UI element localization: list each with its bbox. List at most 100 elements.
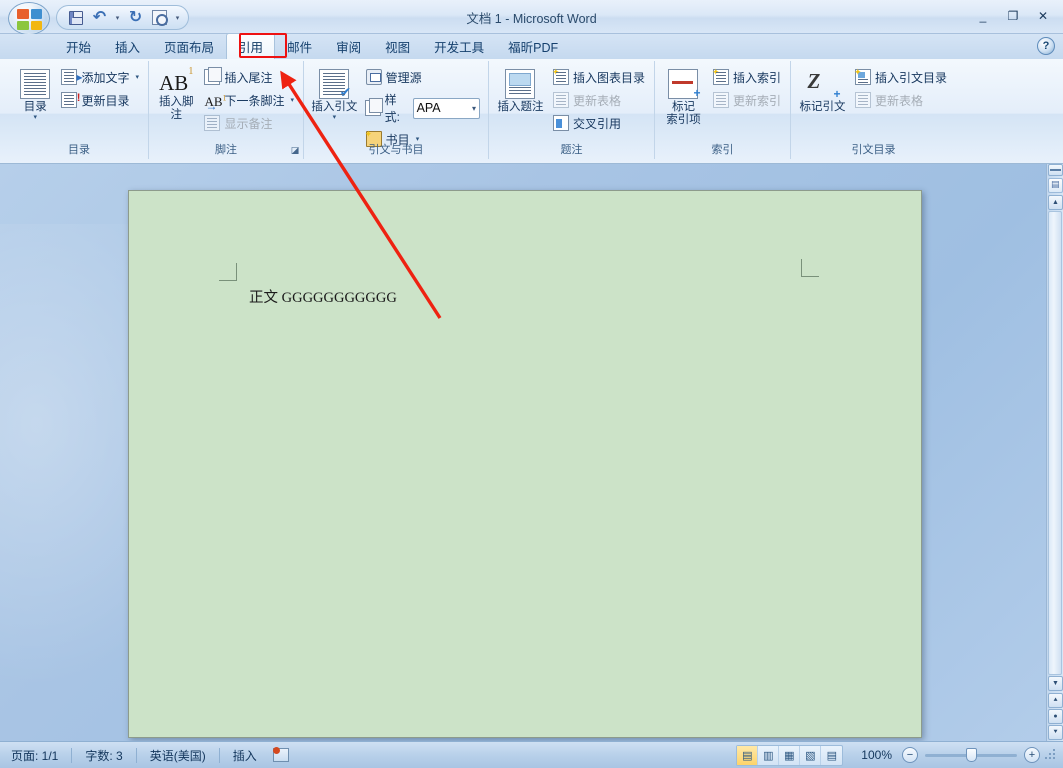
toc-small-commands: ▸ 添加文字 ▾ ! 更新目录	[56, 65, 144, 111]
ribbon-group-toc: 目录 ▾ ▸ 添加文字 ▾ ! 更新目录	[10, 61, 148, 159]
full-screen-reading-view[interactable]: ▥	[758, 746, 779, 765]
window-controls: _ ❐ ✕	[969, 6, 1057, 26]
next-footnote-button[interactable]: AB1→ 下一条脚注 ▾	[199, 89, 299, 111]
zoom-level-label[interactable]: 100%	[853, 748, 900, 762]
insert-table-of-figures-icon: ✦	[553, 69, 569, 85]
group-label-toc: 目录	[10, 141, 148, 157]
insert-index-button[interactable]: ✦ 插入索引	[708, 66, 786, 88]
zoom-slider[interactable]	[925, 747, 1017, 763]
status-word-count[interactable]: 字数: 3	[74, 746, 133, 765]
word-application-window: ↶ ▾ ↻ ▾ 文档 1 - Microsoft Word _ ❐ ✕ 开始插入…	[0, 0, 1063, 768]
update-toc-button[interactable]: ! 更新目录	[56, 89, 144, 111]
zoom-in-button[interactable]: +	[1024, 747, 1040, 763]
update-index-button[interactable]: 更新索引	[708, 89, 786, 111]
group-label-footnotes: 脚注	[149, 141, 303, 157]
style-label: 样式:	[385, 91, 409, 125]
zoom-slider-thumb[interactable]	[966, 748, 977, 762]
zoom-out-button[interactable]: −	[902, 747, 918, 763]
show-notes-button[interactable]: 显示备注	[199, 112, 299, 134]
table-of-contents-icon	[20, 69, 50, 99]
window-title: 文档 1 - Microsoft Word	[0, 8, 1063, 27]
ribbon-tab-1[interactable]: 插入	[103, 33, 152, 60]
ribbon-tab-8[interactable]: 福昕PDF	[496, 33, 570, 60]
insert-table-of-authorities-button[interactable]: ✦ 插入引文目录	[850, 66, 952, 88]
ribbon-tab-0[interactable]: 开始	[54, 33, 103, 60]
document-page[interactable]: 正文 GGGGGGGGGGG	[128, 190, 922, 738]
insert-table-of-figures-button[interactable]: ✦ 插入图表目录	[548, 66, 650, 88]
cross-reference-icon	[553, 115, 569, 131]
ribbon-tab-6[interactable]: 视图	[373, 33, 422, 60]
update-index-icon	[713, 92, 729, 108]
authorities-small-commands: ✦ 插入引文目录 更新表格	[850, 65, 952, 111]
status-page[interactable]: 页面: 1/1	[0, 746, 69, 765]
draft-view[interactable]: ▤	[821, 746, 842, 765]
scrollbar-track[interactable]	[1048, 211, 1062, 675]
previous-page-button[interactable]: ⯅	[1048, 693, 1063, 708]
vertical-scrollbar[interactable]: ▲ ▼ ⯅ ● ⯆	[1046, 164, 1063, 741]
update-table-icon	[553, 92, 569, 108]
add-text-button[interactable]: ▸ 添加文字 ▾	[56, 66, 144, 88]
insert-caption-icon	[505, 69, 535, 99]
group-label-citations: 引文与书目	[304, 141, 488, 157]
citation-style-select[interactable]: APA ▾	[413, 98, 480, 119]
mark-citation-button[interactable]: Z+ 标记引文	[795, 65, 850, 118]
resize-grip[interactable]	[1045, 749, 1057, 761]
status-insert-mode[interactable]: 插入	[222, 746, 268, 765]
proofing-errors-icon[interactable]	[268, 746, 294, 765]
outline-view[interactable]: ▧	[800, 746, 821, 765]
ribbon-tab-4[interactable]: 邮件	[275, 33, 324, 60]
status-bar-right: ▤▥▦▧▤ 100% − +	[736, 745, 1063, 766]
add-text-icon: ▸	[61, 69, 77, 85]
insert-citation-button[interactable]: ✔ 插入引文 ▾	[308, 65, 361, 125]
scrollbar-view-icon[interactable]	[1048, 178, 1063, 193]
group-label-authorities: 引文目录	[791, 141, 956, 157]
ribbon-group-index: + 标记索引项 ✦ 插入索引 更新索引 索引	[654, 61, 790, 159]
ribbon-group-footnotes: AB1 插入脚注 插入尾注 AB1→ 下一条脚注 ▾	[148, 61, 303, 159]
chevron-down-icon: ▾	[472, 104, 476, 113]
manage-sources-button[interactable]: 管理源	[361, 66, 484, 88]
help-button[interactable]: ?	[1037, 37, 1055, 55]
ribbon-tab-3[interactable]: 引用	[226, 33, 275, 60]
print-layout-view[interactable]: ▤	[737, 746, 758, 765]
toc-button[interactable]: 目录 ▾	[14, 65, 56, 125]
mark-entry-label: 标记索引项	[666, 101, 701, 127]
web-layout-view[interactable]: ▦	[779, 746, 800, 765]
insert-endnote-button[interactable]: 插入尾注	[199, 66, 299, 88]
ribbon-group-authorities: Z+ 标记引文 ✦ 插入引文目录 更新表格 引文目录	[790, 61, 956, 159]
scroll-down-button[interactable]: ▼	[1048, 676, 1063, 691]
status-divider	[136, 748, 137, 763]
caption-small-commands: ✦ 插入图表目录 更新表格 交叉引用	[548, 65, 650, 134]
minimize-button[interactable]: _	[969, 6, 997, 26]
insert-caption-button[interactable]: 插入题注	[493, 65, 548, 118]
ribbon: 目录 ▾ ▸ 添加文字 ▾ ! 更新目录	[0, 59, 1063, 164]
document-body-text[interactable]: 正文 GGGGGGGGGGG	[249, 286, 397, 307]
ribbon-tab-2[interactable]: 页面布局	[152, 33, 226, 60]
mark-entry-button[interactable]: + 标记索引项	[659, 65, 708, 131]
ribbon-tab-5[interactable]: 审阅	[324, 33, 373, 60]
next-page-button[interactable]: ⯆	[1048, 725, 1063, 740]
title-bar: ↶ ▾ ↻ ▾ 文档 1 - Microsoft Word _ ❐ ✕	[0, 0, 1063, 34]
view-buttons: ▤▥▦▧▤	[736, 745, 843, 766]
cross-reference-button[interactable]: 交叉引用	[548, 112, 650, 134]
scroll-up-button[interactable]: ▲	[1048, 195, 1063, 210]
group-label-captions: 题注	[489, 141, 654, 157]
ribbon-tabs: 开始插入页面布局引用邮件审阅视图开发工具福昕PDF	[54, 34, 570, 59]
ribbon-group-citations: ✔ 插入引文 ▾ 管理源 样式: APA	[303, 61, 488, 159]
insert-table-of-authorities-icon: ✦	[855, 69, 871, 85]
citation-style-row: 样式: APA ▾	[361, 89, 484, 127]
manage-sources-icon	[366, 69, 382, 85]
close-button[interactable]: ✕	[1029, 6, 1057, 26]
mark-citation-icon: Z+	[807, 69, 837, 99]
insert-footnote-button[interactable]: AB1 插入脚注	[153, 65, 199, 126]
ribbon-tab-7[interactable]: 开发工具	[422, 33, 496, 60]
ribbon-group-captions: 插入题注 ✦ 插入图表目录 更新表格 交叉引用	[488, 61, 654, 159]
maximize-button[interactable]: ❐	[999, 6, 1027, 26]
document-workspace: 正文 GGGGGGGGGGG	[0, 164, 1063, 741]
status-language[interactable]: 英语(美国)	[139, 746, 217, 765]
update-authorities-table-button[interactable]: 更新表格	[850, 89, 952, 111]
footnotes-dialog-launcher[interactable]: ◪	[289, 144, 301, 156]
update-table-button[interactable]: 更新表格	[548, 89, 650, 111]
select-browse-object-button[interactable]: ●	[1048, 709, 1063, 724]
insert-index-icon: ✦	[713, 69, 729, 85]
split-window-handle[interactable]	[1048, 164, 1063, 176]
